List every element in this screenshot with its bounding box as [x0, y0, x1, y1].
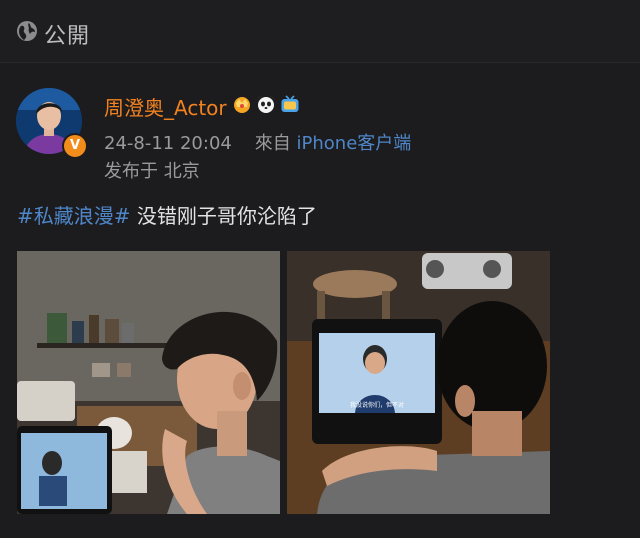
post-date: 24-8-11 20:04 [104, 133, 232, 154]
visibility-label: 公開 [44, 24, 91, 49]
post-location: 发布于 北京 [104, 161, 200, 182]
crown-badge-icon[interactable] [232, 94, 252, 114]
video-subtitle: 我没说你们，但不对 [350, 401, 404, 409]
hashtag-link[interactable]: #私藏浪漫# [17, 204, 131, 228]
verified-badge: V [62, 133, 88, 159]
source-device-link[interactable]: iPhone客户端 [297, 133, 412, 154]
user-badges [232, 94, 300, 114]
visibility-bar: 公開 [0, 0, 640, 63]
post-image-1[interactable] [17, 251, 280, 514]
source-prefix: 來自 [254, 133, 291, 154]
tv-badge-icon[interactable] [280, 94, 300, 114]
post-meta: 24-8-11 20:04 來自 iPhone客户端 [104, 129, 411, 155]
post-image-2[interactable]: 我没说你们，但不对 [287, 251, 550, 514]
username[interactable]: 周澄奥_Actor [104, 92, 227, 121]
globe-icon [17, 21, 37, 41]
post-body: 没错刚子哥你沦陷了 [130, 204, 317, 228]
panda-badge-icon[interactable] [256, 94, 276, 114]
post-text: #私藏浪漫# 没错刚子哥你沦陷了 [17, 200, 317, 229]
